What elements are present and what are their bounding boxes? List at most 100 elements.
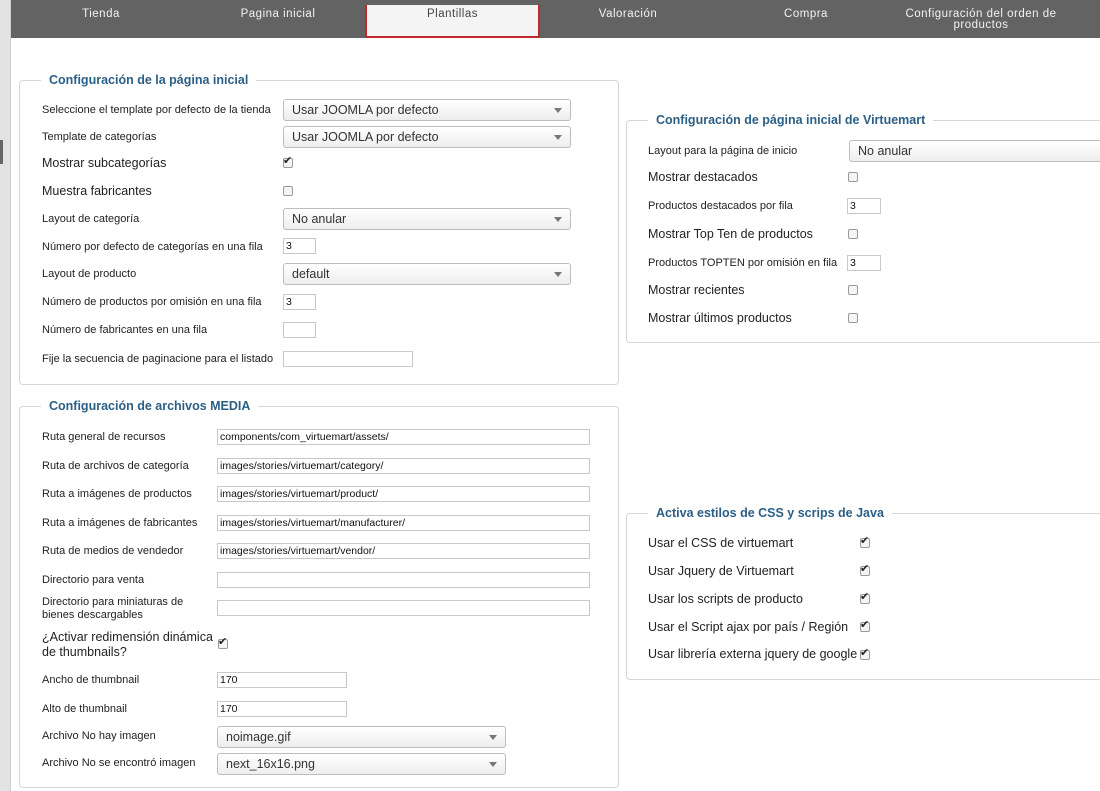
products-per-row-input[interactable]: 3 — [283, 294, 316, 310]
use-ajax-country-script-checkbox[interactable]: ✔ — [860, 619, 870, 632]
not-found-file-select[interactable]: next_16x16.png — [217, 753, 506, 775]
no-image-file-select[interactable]: noimage.gif — [217, 726, 506, 748]
checkmark-icon: ✔ — [860, 619, 870, 631]
label-use-ajax-country-script: Usar el Script ajax por país / Región — [648, 620, 849, 634]
label-use-product-scripts: Usar los scripts de producto — [648, 592, 803, 606]
label-vendor-path: Ruta de medios de vendedor — [42, 545, 184, 557]
featured-per-row-input[interactable]: 3 — [847, 198, 881, 214]
label-pagination-sequence: Fije la secuencia de paginacione para el… — [42, 353, 274, 365]
checkmark-icon: ✔ — [860, 591, 870, 603]
sale-directory-input[interactable] — [217, 572, 590, 588]
use-vm-css-checkbox[interactable]: ✔ — [860, 535, 870, 548]
label-use-google-jquery: Usar librería externa jquery de google — [648, 647, 858, 661]
label-topten-per-row: Productos TOPTEN por omisión en fila — [648, 257, 838, 269]
tab-pagina-inicial[interactable]: Pagina inicial — [191, 0, 365, 32]
label-download-thumbs-dir: Directorio para miniaturas de bienes des… — [42, 596, 184, 621]
label-sale-directory: Directorio para venta — [42, 574, 145, 586]
chevron-down-icon — [554, 108, 562, 113]
checkmark-icon: ✔ — [860, 535, 870, 547]
label-thumb-height: Alto de thumbnail — [42, 703, 127, 715]
label-product-layout: Layout de producto — [42, 268, 137, 280]
label-use-vm-css: Usar el CSS de virtuemart — [648, 536, 794, 550]
label-default-store-template: Seleccione el template por defecto de la… — [42, 104, 271, 116]
show-recent-checkbox[interactable] — [848, 285, 858, 295]
tab-configuracion-orden-productos[interactable]: Configuración del orden de productos — [896, 0, 1066, 32]
default-store-template-value: Usar JOOMLA por defecto — [292, 103, 439, 117]
label-show-subcategories: Mostrar subcategorías — [42, 156, 167, 170]
categories-per-row-input[interactable]: 3 — [283, 238, 316, 254]
tab-valoracion[interactable]: Valoración — [540, 0, 716, 32]
checkmark-icon: ✔ — [860, 563, 870, 575]
show-subcategories-checkbox[interactable]: ✔ — [283, 155, 293, 168]
label-use-vm-jquery: Usar Jquery de Virtuemart — [648, 564, 794, 578]
no-image-file-value: noimage.gif — [226, 730, 291, 744]
label-category-layout: Layout de categoría — [42, 213, 140, 225]
not-found-file-value: next_16x16.png — [226, 757, 315, 771]
label-products-per-row: Número de productos por omisión en una f… — [42, 296, 262, 308]
thumb-width-input[interactable]: 170 — [217, 672, 347, 688]
show-manufacturers-checkbox[interactable] — [283, 186, 293, 196]
tab-plantillas[interactable]: Plantillas — [365, 5, 540, 38]
css-js-legend: Activa estilos de CSS y scrips de Java — [648, 505, 892, 521]
label-category-template: Template de categorías — [42, 131, 157, 143]
media-config-legend: Configuración de archivos MEDIA — [41, 398, 259, 414]
show-latest-checkbox[interactable] — [848, 313, 858, 323]
default-store-template-select[interactable]: Usar JOOMLA por defecto — [283, 99, 571, 121]
category-template-select[interactable]: Usar JOOMLA por defecto — [283, 126, 571, 148]
download-thumbs-dir-input[interactable] — [217, 600, 590, 616]
assets-path-input[interactable]: components/com_virtuemart/assets/ — [217, 429, 590, 445]
product-path-input[interactable]: images/stories/virtuemart/product/ — [217, 486, 590, 502]
label-show-featured: Mostrar destacados — [648, 170, 758, 184]
use-vm-jquery-checkbox[interactable]: ✔ — [860, 563, 870, 576]
category-template-value: Usar JOOMLA por defecto — [292, 130, 439, 144]
topten-per-row-input[interactable]: 3 — [847, 255, 881, 271]
chevron-down-icon — [489, 762, 497, 767]
label-thumb-width: Ancho de thumbnail — [42, 674, 140, 686]
frontpage-config-legend: Configuración de la página inicial — [41, 72, 257, 88]
label-manufacturers-per-row: Número de fabricantes en una fila — [42, 324, 208, 336]
product-layout-value: default — [292, 267, 330, 281]
label-not-found-file: Archivo No se encontró imagen — [42, 757, 196, 769]
show-topten-checkbox[interactable] — [848, 229, 858, 239]
label-assets-path: Ruta general de recursos — [42, 431, 166, 443]
vm-home-legend: Configuración de página inicial de Virtu… — [648, 112, 934, 128]
chevron-down-icon — [554, 135, 562, 140]
label-show-topten: Mostrar Top Ten de productos — [648, 227, 813, 241]
checkmark-icon: ✔ — [283, 155, 293, 167]
home-layout-select[interactable]: No anular — [849, 140, 1100, 162]
label-show-recent: Mostrar recientes — [648, 283, 745, 297]
label-no-image-file: Archivo No hay imagen — [42, 730, 156, 742]
use-product-scripts-checkbox[interactable]: ✔ — [860, 591, 870, 604]
manufacturers-per-row-input[interactable] — [283, 322, 316, 338]
tab-tienda[interactable]: Tienda — [11, 0, 191, 32]
pagination-sequence-input[interactable] — [283, 351, 413, 367]
label-show-manufacturers: Muestra fabricantes — [42, 184, 152, 198]
checkmark-icon: ✔ — [860, 647, 870, 659]
category-layout-value: No anular — [292, 212, 347, 226]
show-featured-checkbox[interactable] — [848, 172, 858, 182]
chevron-down-icon — [489, 735, 497, 740]
label-dynamic-thumbnails: ¿Activar redimensión dinámica de thumbna… — [42, 630, 213, 659]
label-product-path: Ruta a imágenes de productos — [42, 488, 192, 500]
vendor-path-input[interactable]: images/stories/virtuemart/vendor/ — [217, 543, 590, 559]
tab-compra[interactable]: Compra — [716, 0, 896, 32]
manufacturer-path-input[interactable]: images/stories/virtuemart/manufacturer/ — [217, 515, 590, 531]
home-layout-value: No anular — [858, 144, 913, 158]
dynamic-thumbnails-checkbox[interactable]: ✔ — [218, 636, 228, 649]
label-show-latest: Mostrar últimos productos — [648, 311, 792, 325]
category-path-input[interactable]: images/stories/virtuemart/category/ — [217, 458, 590, 474]
label-category-path: Ruta de archivos de categoría — [42, 460, 189, 472]
label-home-layout: Layout para la página de inicio — [648, 145, 798, 157]
config-tab-bar: Tienda Pagina inicial Plantillas Valorac… — [11, 0, 1100, 38]
label-categories-per-row: Número por defecto de categorías en una … — [42, 241, 263, 253]
label-featured-per-row: Productos destacados por fila — [648, 200, 793, 212]
chevron-down-icon — [554, 272, 562, 277]
use-google-jquery-checkbox[interactable]: ✔ — [860, 647, 870, 660]
chevron-down-icon — [554, 217, 562, 222]
thumb-height-input[interactable]: 170 — [217, 701, 347, 717]
product-layout-select[interactable]: default — [283, 263, 571, 285]
category-layout-select[interactable]: No anular — [283, 208, 571, 230]
left-edge-strip — [0, 0, 11, 791]
label-manufacturer-path: Ruta a imágenes de fabricantes — [42, 517, 198, 529]
checkmark-icon: ✔ — [218, 636, 228, 648]
